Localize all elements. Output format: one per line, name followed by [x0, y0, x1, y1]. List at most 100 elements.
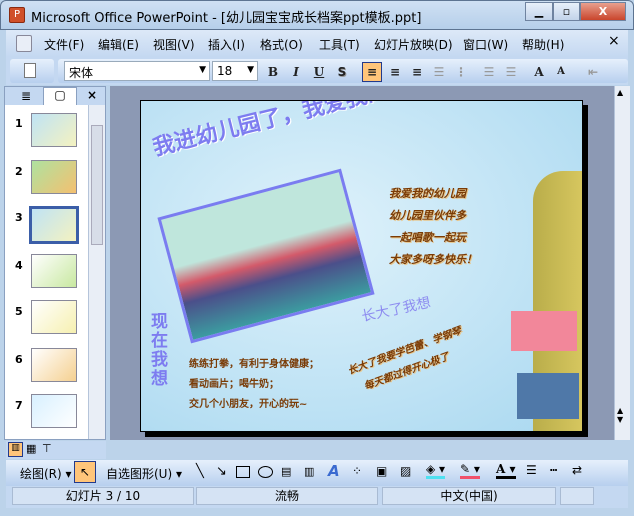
- fill-color-button[interactable]: ◈ ▾: [426, 462, 446, 479]
- menu-slideshow[interactable]: 幻灯片放映(D): [374, 36, 453, 53]
- slide-canvas[interactable]: 我进幼儿园了，我爱我的幼儿园 我爱我的幼儿园 幼儿园里伙伴多 一起唱歌一起玩 大…: [140, 100, 583, 432]
- vertical-textbox-icon[interactable]: ▥: [304, 465, 314, 478]
- decrease-font-icon[interactable]: A: [552, 63, 570, 81]
- menu-window[interactable]: 窗口(W): [463, 36, 508, 53]
- menu-format[interactable]: 格式(O): [260, 36, 303, 53]
- slide-number: 6: [15, 353, 23, 366]
- pane-close-button[interactable]: ×: [87, 88, 97, 102]
- oval-icon[interactable]: [258, 466, 273, 478]
- grow-list: 长大了我要学芭蕾、学钢琴 每天都过得开心极了: [345, 322, 471, 401]
- now-line: 交几个小朋友，开心的玩~: [189, 399, 308, 410]
- line-spacing-icon[interactable]: ⋮: [452, 63, 470, 81]
- menu-close-button[interactable]: ×: [608, 33, 620, 49]
- window-illustration: [511, 311, 577, 351]
- scroll-thumb[interactable]: [91, 125, 103, 245]
- editor-scrollbar[interactable]: ▲ ▲ ▼: [614, 86, 630, 440]
- rectangle-icon[interactable]: [236, 466, 250, 478]
- poem-line: 我爱我的幼儿园: [389, 187, 466, 200]
- draw-menu[interactable]: 绘图(R) ▾: [20, 465, 72, 482]
- increase-font-icon[interactable]: A: [530, 63, 548, 81]
- slide-thumbnail-3[interactable]: [29, 206, 79, 244]
- prev-slide-icon[interactable]: ▲ ▼: [617, 406, 623, 424]
- drawing-toolbar: 绘图(R) ▾ ↖ 自选图形(U) ▾ ╲ ↘ ▤ ▥ A ⁘ ▣ ▨ ◈ ▾ …: [6, 460, 628, 486]
- pane-tabs: ≣ ▢ ×: [5, 87, 105, 105]
- pane-scrollbar[interactable]: [88, 105, 105, 439]
- status-slide-count: 幻灯片 3 / 10: [12, 487, 194, 505]
- line-style-icon[interactable]: ☰: [526, 463, 537, 477]
- textbox-icon[interactable]: ▤: [281, 465, 291, 478]
- slide-thumbnail-4[interactable]: [31, 254, 77, 288]
- slide-thumbnail-6[interactable]: [31, 348, 77, 382]
- new-document-icon[interactable]: [24, 63, 36, 78]
- font-size-select[interactable]: 18 ▼: [212, 61, 258, 81]
- font-color-button[interactable]: A ▾: [496, 462, 516, 479]
- diagram-icon[interactable]: ⁘: [352, 464, 362, 478]
- minimize-button[interactable]: ▁: [525, 2, 553, 21]
- poem-line: 大家多呀多快乐！: [389, 253, 477, 266]
- poem-line: 一起唱歌一起玩: [389, 231, 466, 244]
- slides-pane: ≣ ▢ × 1 2 3 4 5 6 7: [4, 86, 106, 440]
- menu-file[interactable]: 文件(F): [44, 36, 84, 53]
- dash-style-icon[interactable]: ┅: [550, 463, 557, 477]
- slide-thumbnail-5[interactable]: [31, 300, 77, 334]
- poem-line: 幼儿园里伙伴多: [389, 209, 466, 222]
- picture-icon[interactable]: ▨: [400, 464, 411, 478]
- wordart-icon[interactable]: A: [328, 462, 340, 480]
- normal-view-button[interactable]: ▥: [8, 442, 23, 457]
- slideshow-button[interactable]: ⊤: [42, 442, 52, 455]
- slide-sorter-button[interactable]: ▦: [26, 442, 36, 455]
- view-buttons: ▥ ▦ ⊤: [6, 441, 106, 459]
- line-color-button[interactable]: ✎ ▾: [460, 462, 480, 479]
- menu-tools[interactable]: 工具(T): [319, 36, 360, 53]
- font-select[interactable]: 宋体 ▼: [64, 61, 210, 81]
- underline-button[interactable]: U: [310, 63, 328, 81]
- document-icon[interactable]: [16, 35, 32, 52]
- class-photo: [157, 168, 375, 344]
- decrease-indent-icon[interactable]: ⇤: [584, 63, 602, 81]
- font-size-value: 18: [217, 64, 233, 78]
- chevron-down-icon: ▼: [247, 65, 254, 75]
- slide-number: 5: [15, 305, 23, 318]
- font-name: 宋体: [69, 66, 94, 80]
- close-button[interactable]: X: [580, 2, 626, 21]
- arrow-style-icon[interactable]: ⇄: [572, 463, 582, 477]
- standard-toolbar: [10, 59, 54, 83]
- slide-thumbnail-2[interactable]: [31, 160, 77, 194]
- status-design: 流畅: [196, 487, 378, 505]
- menu-view[interactable]: 视图(V): [153, 36, 195, 53]
- menu-help[interactable]: 帮助(H): [522, 36, 564, 53]
- slide-thumbnail-1[interactable]: [31, 113, 77, 147]
- menu-edit[interactable]: 编辑(E): [98, 36, 139, 53]
- select-pointer-button[interactable]: ↖: [74, 461, 96, 483]
- align-center-button[interactable]: ≡: [386, 63, 404, 81]
- tab-outline[interactable]: ≣: [11, 89, 41, 105]
- slide-thumbnail-7[interactable]: [31, 394, 77, 428]
- now-line: 练练打拳，有利于身体健康；: [189, 359, 319, 370]
- poem: 我爱我的幼儿园 幼儿园里伙伴多 一起唱歌一起玩 大家多呀多快乐！: [389, 183, 477, 271]
- distribute-icon[interactable]: ☰: [430, 63, 448, 81]
- align-right-button[interactable]: ≡: [408, 63, 426, 81]
- arrow-icon[interactable]: ↘: [216, 464, 227, 479]
- tab-slides[interactable]: ▢: [43, 87, 77, 105]
- bullets-icon[interactable]: ☰: [502, 63, 520, 81]
- slide-number: 2: [15, 165, 23, 178]
- clipart-icon[interactable]: ▣: [376, 464, 387, 478]
- shadow-button[interactable]: S: [333, 63, 351, 81]
- restore-button[interactable]: ▫: [553, 2, 580, 21]
- now-line: 看动画片；喝牛奶；: [189, 379, 279, 390]
- now-label: 现在我想: [151, 312, 168, 389]
- powerpoint-icon: P: [9, 7, 25, 23]
- italic-button[interactable]: I: [287, 63, 305, 81]
- slide-number: 3: [15, 211, 23, 224]
- scroll-up-icon[interactable]: ▲: [617, 88, 623, 97]
- slide-number: 4: [15, 259, 23, 272]
- title-bar: P Microsoft Office PowerPoint - [幼儿园宝宝成长…: [0, 0, 634, 30]
- window-illustration: [517, 373, 579, 419]
- align-left-button[interactable]: ≡: [362, 62, 382, 82]
- bold-button[interactable]: B: [264, 63, 282, 81]
- line-icon[interactable]: ╲: [196, 464, 204, 479]
- numbering-icon[interactable]: ☰: [480, 63, 498, 81]
- status-empty: [560, 487, 594, 505]
- autoshapes-menu[interactable]: 自选图形(U) ▾: [106, 465, 182, 482]
- menu-insert[interactable]: 插入(I): [208, 36, 245, 53]
